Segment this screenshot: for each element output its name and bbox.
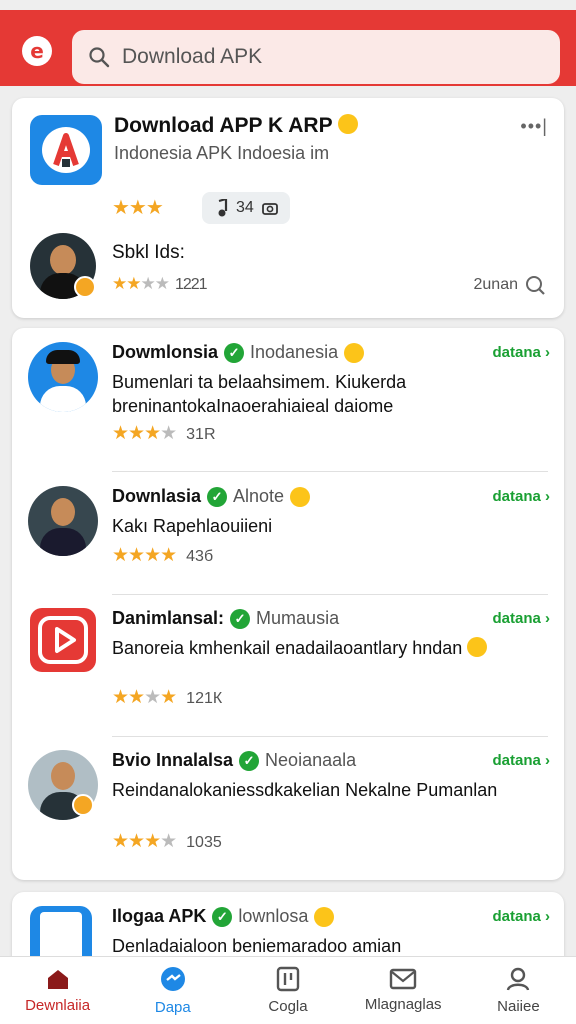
rating-count: 31R bbox=[186, 426, 216, 443]
rating-count: 121К bbox=[186, 690, 223, 707]
grin-emoji-icon bbox=[344, 342, 365, 363]
smile-emoji-icon bbox=[338, 114, 359, 134]
tab-apps[interactable]: Dapa bbox=[115, 957, 230, 1024]
list-item[interactable]: Ilogaa APK ✓ lownlosa Denladaialoon beni… bbox=[12, 892, 564, 968]
reviewer-rating: ★★★★ 1221 bbox=[112, 274, 208, 293]
item-source: Alnote bbox=[233, 486, 285, 506]
list-item[interactable]: Danimlansal: ✓ Mumausia Banoreia kmhenka… bbox=[12, 594, 564, 736]
item-rating: ★★★★ 1035 bbox=[112, 831, 222, 852]
tab-games[interactable]: Cogla bbox=[230, 957, 345, 1024]
item-source: Inodanesia bbox=[250, 342, 339, 362]
item-badge-icon bbox=[72, 794, 94, 816]
chat-bubble-icon bbox=[160, 967, 185, 991]
featured-app-card[interactable]: Download APP K ARP Indonesia APK Indoesi… bbox=[12, 98, 564, 318]
tab-label: Dapa bbox=[154, 999, 191, 1016]
mail-icon bbox=[390, 968, 417, 990]
featured-app-subtitle: Indonesia APK Indoesia im bbox=[114, 143, 330, 163]
item-title[interactable]: Bvio Innalalsa ✓ Neoianaala bbox=[112, 750, 356, 771]
reviewer-count: 1221 bbox=[174, 276, 208, 293]
item-action-link[interactable]: datana › bbox=[492, 344, 550, 361]
rating-count: 43б bbox=[186, 548, 214, 565]
more-options-icon[interactable]: •••| bbox=[520, 116, 548, 137]
tab-label: Naiiee bbox=[497, 998, 540, 1015]
list-item[interactable]: Bvio Innalalsa ✓ Neoianaala Reindanaloka… bbox=[12, 736, 564, 880]
item-action-link[interactable]: datana › bbox=[492, 488, 550, 505]
search-icon[interactable] bbox=[524, 274, 546, 296]
featured-rating-stars: ★★★ bbox=[112, 197, 164, 219]
tab-label: Cogla bbox=[268, 998, 308, 1015]
reviewer-badge-icon bbox=[74, 276, 96, 298]
featured-app-title[interactable]: Download APP K ARP bbox=[114, 114, 359, 138]
list-item[interactable]: Dowmlonsia ✓ Inodanesia Bumenlari ta bel… bbox=[12, 328, 564, 470]
verified-icon: ✓ bbox=[239, 750, 260, 771]
tab-home[interactable]: Dewnlaiia bbox=[0, 957, 115, 1024]
smile-emoji-icon bbox=[314, 906, 335, 927]
app-list-card: Dowmlonsia ✓ Inodanesia Bumenlari ta bel… bbox=[12, 328, 564, 880]
verified-icon: ✓ bbox=[230, 608, 251, 629]
top-bar: e Download APK bbox=[0, 10, 576, 86]
item-title[interactable]: Dowmlonsia ✓ Inodanesia bbox=[112, 342, 365, 363]
item-description: Reindanalokaniessdkakelian Nekalne Puman… bbox=[112, 780, 498, 800]
rating-count: 1035 bbox=[186, 834, 222, 851]
item-play-icon[interactable] bbox=[30, 608, 96, 672]
search-icon bbox=[89, 47, 110, 68]
verified-icon: ✓ bbox=[212, 906, 233, 927]
list-item[interactable]: Downlasia ✓ Alnote Kakı Rapehlaouiieni ★… bbox=[12, 472, 564, 594]
app-logo-icon[interactable]: e bbox=[22, 36, 52, 66]
music-note-icon bbox=[218, 199, 228, 217]
tab-profile[interactable]: Naiiee bbox=[461, 957, 576, 1024]
verified-icon: ✓ bbox=[224, 342, 245, 363]
item-description: Kakı Rapehlaouiieni bbox=[112, 516, 273, 536]
item-avatar[interactable] bbox=[28, 486, 98, 556]
item-description: Bumenlari ta belaahsimem. Kiukerda breni… bbox=[112, 372, 407, 416]
smile-emoji-icon bbox=[467, 637, 488, 657]
item-action-link[interactable]: datana › bbox=[492, 908, 550, 925]
tab-label: Dewnlaiia bbox=[25, 997, 91, 1014]
smile-emoji-icon bbox=[290, 486, 311, 507]
download-count: 34 bbox=[236, 199, 254, 216]
verified-icon: ✓ bbox=[207, 486, 228, 507]
tab-label: Mlagnaglas bbox=[364, 996, 442, 1013]
grid-book-icon bbox=[276, 966, 300, 992]
item-rating: ★★★★ 121К bbox=[112, 687, 223, 708]
item-source: Mumausia bbox=[256, 608, 340, 628]
item-title[interactable]: Danimlansal: ✓ Mumausia bbox=[112, 608, 339, 629]
item-action-link[interactable]: datana › bbox=[492, 610, 550, 627]
user-icon bbox=[507, 967, 530, 991]
item-source: lownlosa bbox=[238, 906, 309, 926]
featured-app-icon[interactable] bbox=[30, 115, 102, 185]
tab-messages[interactable]: Mlagnaglas bbox=[346, 957, 461, 1024]
search-bar[interactable]: Download APK bbox=[72, 30, 560, 84]
item-source: Neoianaala bbox=[265, 750, 357, 770]
item-avatar[interactable] bbox=[28, 342, 98, 412]
bottom-nav: Dewnlaiia Dapa Cogla Mlagnaglas Naiiee bbox=[0, 956, 576, 1024]
review-time: 2unan bbox=[474, 274, 547, 296]
item-rating: ★★★★ 31R bbox=[112, 423, 216, 444]
item-description: Denladaialoon beniemaradoo amian bbox=[112, 936, 402, 956]
download-count-pill[interactable]: 34 bbox=[202, 192, 290, 224]
item-title[interactable]: Ilogaa APK ✓ lownlosa bbox=[112, 906, 335, 927]
camera-icon bbox=[261, 203, 278, 215]
item-title[interactable]: Downlasia ✓ Alnote bbox=[112, 486, 311, 507]
home-icon bbox=[47, 970, 68, 989]
letter-a-logo-icon bbox=[53, 133, 79, 167]
search-input[interactable]: Download APK bbox=[122, 45, 262, 69]
reviewer-name: Sbkl Ids: bbox=[112, 242, 185, 263]
item-description: Banoreia kmhenkail enadailaoantlary hnda… bbox=[112, 636, 552, 660]
item-action-link[interactable]: datana › bbox=[492, 752, 550, 769]
item-rating: ★★★★ 43б bbox=[112, 545, 214, 566]
